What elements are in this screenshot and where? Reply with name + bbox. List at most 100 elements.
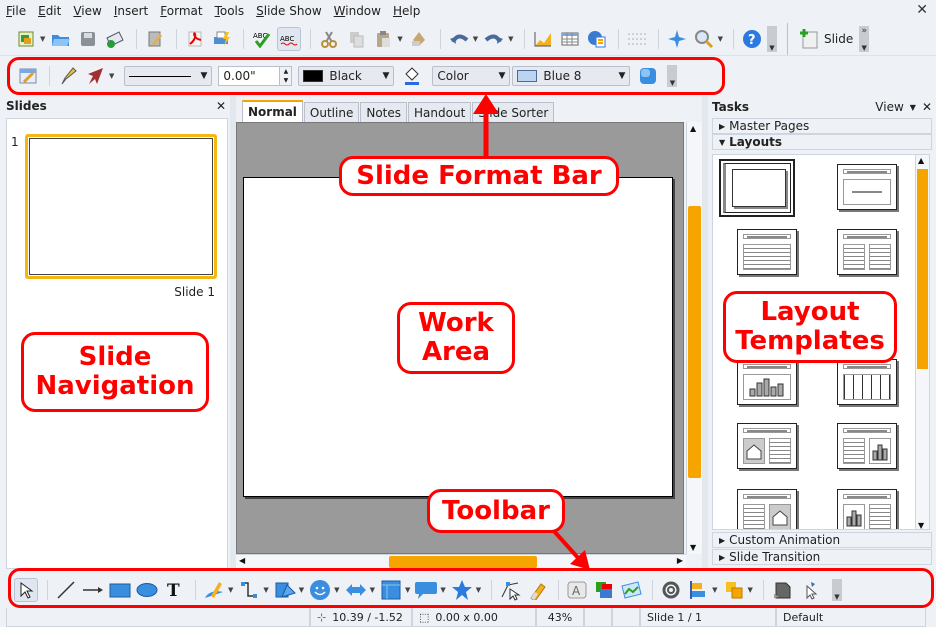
section-slide-transition[interactable]: ▶ Slide Transition [712,549,932,565]
menu-edit[interactable]: Edit [38,4,61,18]
section-layouts[interactable]: ▼ Layouts [712,134,932,150]
close-icon[interactable]: ✕ [216,99,226,113]
tab-normal[interactable]: Normal [242,100,303,122]
export-pdf-icon[interactable] [183,27,207,51]
scroll-down-icon[interactable]: ▼ [690,543,696,552]
layout-title-slide[interactable] [837,164,897,210]
layout-title-2-content[interactable] [837,229,897,275]
grid-icon[interactable] [625,27,649,51]
redo-icon[interactable] [482,27,506,51]
new-slide-icon [799,28,818,48]
slides-panel-header: Slides ✕ [0,96,232,116]
new-document-icon[interactable] [14,27,38,51]
section-master-pages[interactable]: ▶ Master Pages [712,118,932,134]
open-folder-icon[interactable] [49,27,73,51]
status-master: Default [776,608,926,627]
show-draw-functions-icon[interactable] [665,27,689,51]
menu-window[interactable]: Window [334,4,381,18]
tasks-view-menu[interactable]: View [875,100,903,114]
print-direct-icon[interactable] [210,27,234,51]
menu-format[interactable]: Format [160,4,202,18]
menu-slide-show[interactable]: Slide Show [256,4,322,18]
scroll-down-icon[interactable]: ▼ [918,521,924,529]
scroll-left-icon[interactable]: ◀ [239,556,245,565]
separator [243,28,245,49]
layouts-scrollbar[interactable]: ▲ ▼ [915,155,929,529]
email-document-icon[interactable] [103,27,127,51]
status-insert-mode [584,608,612,627]
spellcheck-icon[interactable]: ABC [250,27,274,51]
close-document-icon[interactable]: ✕ [916,2,928,18]
scroll-up-icon[interactable]: ▲ [918,156,924,165]
separator [732,28,734,49]
menu-help[interactable]: Help [393,4,420,18]
undo-dropdown-icon[interactable]: ▼ [473,35,478,43]
table-icon[interactable] [558,27,582,51]
toolbar-overflow-button[interactable]: » ▼ [859,25,870,52]
expand-icon: ▶ [719,121,726,131]
separator [176,28,178,49]
navigator-icon[interactable] [585,27,609,51]
menu-view[interactable]: View [73,4,101,18]
layout-title-text-image[interactable] [737,489,797,529]
vertical-scrollbar[interactable]: ▲ ▼ [686,122,702,554]
status-bar: ⊹ 10.39 / -1.52 ⬚ 0.00 x 0.00 43% Slide 1 … [0,608,936,627]
section-custom-animation[interactable]: ▶ Custom Animation [712,532,932,548]
copy-icon[interactable] [344,27,368,51]
new-dropdown-icon[interactable]: ▼ [40,35,45,43]
tab-handout[interactable]: Handout [408,102,472,122]
status-zoom[interactable]: 43% [536,608,584,627]
standard-toolbar: ▼ ABC ABC ▼ ▼ ▼ ▼ ? ▼ Slide » ▼ [0,22,936,56]
save-icon[interactable] [76,27,100,51]
cut-icon[interactable] [317,27,341,51]
layout-title-content[interactable] [737,229,797,275]
edit-file-icon[interactable] [143,27,167,51]
horizontal-scroll-thumb[interactable] [389,556,537,568]
layout-title-chart-text[interactable] [837,489,897,529]
menu-tools[interactable]: Tools [215,4,245,18]
menu-insert[interactable]: Insert [114,4,148,18]
scroll-up-icon[interactable]: ▲ [690,124,696,133]
layout-title-text-chart[interactable] [837,423,897,469]
toolbar-overflow-button[interactable]: ▼ [766,25,777,52]
slide-thumbnail[interactable] [25,134,217,279]
help-icon[interactable]: ? [740,27,764,51]
annotation-layout-templates: Layout Templates [723,291,897,363]
tab-slide-sorter[interactable]: Slide Sorter [472,102,555,122]
status-modified [612,608,640,627]
paste-dropdown-icon[interactable]: ▼ [397,35,402,43]
separator [657,28,659,49]
status-position: ⊹ 10.39 / -1.52 [310,608,412,627]
expand-icon: ▶ [719,552,726,562]
vertical-scroll-thumb[interactable] [688,206,701,478]
undo-icon[interactable] [447,27,471,51]
layout-title-chart[interactable] [737,359,797,405]
tasks-panel-header: Tasks View ▼ ✕ [708,96,936,118]
horizontal-scrollbar[interactable]: ◀ ▶ [236,554,686,568]
layout-title-table[interactable] [837,359,897,405]
separator [617,28,619,49]
paste-icon[interactable] [371,27,395,51]
separator [136,28,138,49]
tab-outline[interactable]: Outline [303,102,360,122]
chevron-down-icon[interactable]: ▼ [910,103,916,112]
redo-dropdown-icon[interactable]: ▼ [508,35,513,43]
zoom-dropdown-icon[interactable]: ▼ [718,35,723,43]
chart-icon[interactable] [531,27,555,51]
layout-blank[interactable] [719,159,795,217]
close-icon[interactable]: ✕ [922,100,932,114]
clone-formatting-icon[interactable] [407,27,431,51]
new-slide-button[interactable]: Slide [786,22,854,55]
svg-text:ABC: ABC [280,35,294,43]
layouts-scroll-thumb[interactable] [917,169,928,369]
autospellcheck-icon[interactable]: ABC [277,26,302,51]
scroll-right-icon[interactable]: ▶ [677,556,683,565]
tab-notes[interactable]: Notes [360,102,408,122]
separator [310,28,312,49]
svg-text:?: ? [748,33,756,48]
annotation-toolbar: Toolbar [427,489,565,533]
new-slide-label: Slide [823,31,854,46]
menu-file[interactable]: File [6,4,26,18]
zoom-icon[interactable] [692,27,716,51]
layout-title-image-text[interactable] [737,423,797,469]
